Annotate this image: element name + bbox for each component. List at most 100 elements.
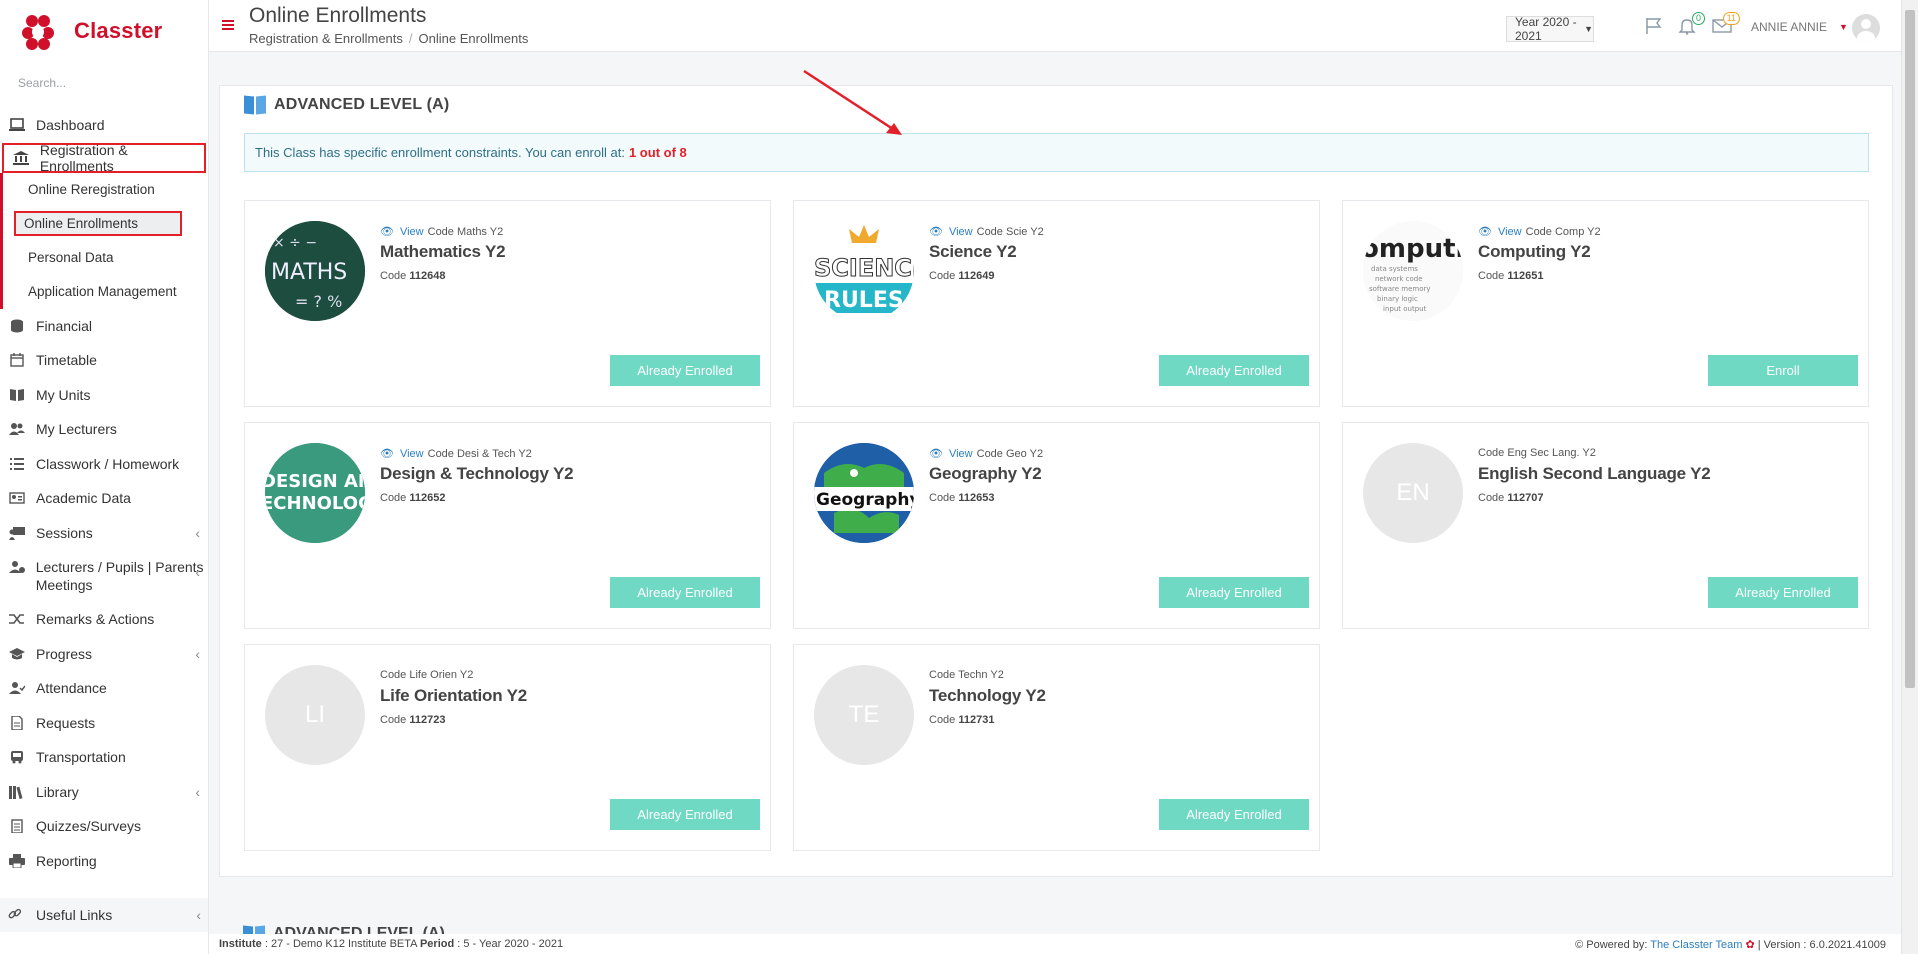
search-input[interactable]: Search...: [0, 62, 208, 108]
code-value: 112653: [958, 492, 995, 504]
course-short-code: Code Comp Y2: [1525, 225, 1601, 238]
sidebar-item-my-units[interactable]: My Units: [0, 378, 208, 413]
scrollbar-thumb[interactable]: [1905, 10, 1915, 688]
flag-icon[interactable]: [1643, 15, 1665, 37]
submenu-personal-data[interactable]: Personal Data: [3, 241, 208, 275]
course-code-line: 👁 View Code Comp Y2: [1478, 225, 1601, 239]
laptop-icon: [8, 116, 26, 134]
hamburger-menu-icon[interactable]: [222, 20, 234, 30]
sidebar-item-registration[interactable]: Registration & Enrollments: [2, 142, 206, 174]
already-enrolled-button[interactable]: Already Enrolled: [610, 799, 760, 830]
eye-icon[interactable]: 👁: [929, 225, 943, 238]
app-name: Classter: [74, 18, 163, 43]
sidebar-item-my-lecturers[interactable]: My Lecturers: [0, 412, 208, 447]
sidebar-item-classwork[interactable]: Classwork / Homework: [0, 447, 208, 482]
institute-label: Institute: [219, 938, 262, 950]
sidebar-item-financial[interactable]: Financial: [0, 309, 208, 344]
code-value: 112651: [1507, 270, 1544, 282]
chevron-left-icon: ‹: [195, 524, 200, 541]
classter-team-link[interactable]: The Classter Team: [1650, 939, 1742, 951]
bus-icon: [8, 748, 26, 766]
already-enrolled-button[interactable]: Already Enrolled: [610, 577, 760, 608]
sidebar-submenu: Online Reregistration Online Enrollments…: [0, 172, 208, 309]
submenu-online-enrollments[interactable]: Online Enrollments: [3, 207, 208, 241]
section-title-text: ADVANCED LEVEL (A): [274, 96, 450, 113]
course-card: EN Code Eng Sec Lang. Y2 English Second …: [1342, 422, 1869, 629]
logo[interactable]: Classter: [0, 0, 208, 62]
already-enrolled-button[interactable]: Already Enrolled: [1159, 577, 1309, 608]
sidebar-item-requests[interactable]: Requests: [0, 706, 208, 741]
sidebar-item-progress[interactable]: Progress ‹: [0, 637, 208, 672]
users-icon: [8, 420, 26, 438]
sidebar-item-meetings[interactable]: Lecturers / Pupils | Parents Meetings ‹: [0, 550, 208, 602]
submenu-label: Online Reregistration: [28, 182, 155, 197]
sidebar-item-library[interactable]: Library ‹: [0, 775, 208, 810]
sidebar-item-quizzes[interactable]: Quizzes/Surveys: [0, 809, 208, 844]
eye-icon[interactable]: 👁: [929, 447, 943, 460]
code-prefix: Code: [380, 714, 407, 726]
already-enrolled-button[interactable]: Already Enrolled: [1159, 355, 1309, 386]
course-card: TE Code Techn Y2 Technology Y2 Code 1127…: [793, 644, 1320, 851]
already-enrolled-button[interactable]: Already Enrolled: [1159, 799, 1309, 830]
sidebar-item-label: Classwork / Homework: [36, 455, 180, 472]
footer: Institute : 27 - Demo K12 Institute BETA…: [209, 934, 1901, 954]
institution-icon: [12, 149, 30, 167]
sidebar-item-academic-data[interactable]: Academic Data: [0, 481, 208, 516]
bell-icon[interactable]: 0: [1676, 12, 1705, 37]
sidebar-item-remarks[interactable]: Remarks & Actions: [0, 602, 208, 637]
already-enrolled-button[interactable]: Already Enrolled: [1708, 577, 1858, 608]
submenu-online-reregistration[interactable]: Online Reregistration: [3, 173, 208, 207]
avatar[interactable]: [1852, 14, 1880, 42]
view-link[interactable]: View: [400, 448, 424, 460]
sidebar-item-useful-links[interactable]: Useful Links ‹: [0, 898, 208, 932]
sidebar-item-sessions[interactable]: Sessions ‹: [0, 516, 208, 551]
chevron-left-icon: ‹: [195, 645, 200, 662]
view-link[interactable]: View: [949, 448, 973, 460]
already-enrolled-button[interactable]: Already Enrolled: [610, 355, 760, 386]
book-icon: [8, 386, 26, 404]
caret-down-icon[interactable]: ▼: [1839, 22, 1848, 32]
code-prefix: Code: [929, 492, 956, 504]
eye-icon[interactable]: 👁: [1478, 225, 1492, 238]
sidebar-item-dashboard[interactable]: Dashboard: [0, 108, 208, 143]
view-link[interactable]: View: [1498, 226, 1522, 238]
book-icon: [243, 926, 265, 934]
eye-icon[interactable]: 👁: [380, 447, 394, 460]
caret-down-icon: ▼: [1584, 24, 1593, 34]
course-code: Code 112648: [380, 270, 445, 282]
presentation-icon: [8, 524, 26, 542]
envelope-icon[interactable]: 11: [1711, 12, 1740, 37]
sidebar-item-attendance[interactable]: Attendance: [0, 671, 208, 706]
course-code: Code 112723: [380, 714, 445, 726]
breadcrumb-item: Online Enrollments: [418, 31, 529, 46]
submenu-application-management[interactable]: Application Management: [3, 275, 208, 309]
view-link[interactable]: View: [949, 226, 973, 238]
eye-icon[interactable]: 👁: [380, 225, 394, 238]
sidebar-item-label: Quizzes/Surveys: [36, 818, 142, 835]
course-short-code: Code Life Orien Y2: [380, 669, 474, 681]
user-name[interactable]: ANNIE ANNIE: [1751, 20, 1827, 34]
institute-value: : 27 - Demo K12 Institute BETA: [264, 938, 417, 950]
course-title: English Second Language Y2: [1478, 464, 1711, 483]
course-code: Code 112707: [1478, 492, 1543, 504]
svg-text:SCIENCE: SCIENCE: [814, 254, 914, 282]
enroll-button[interactable]: Enroll: [1708, 355, 1858, 386]
year-dropdown[interactable]: Year 2020 - 2021 ▼: [1506, 15, 1594, 43]
sidebar-item-label: Progress: [36, 645, 93, 662]
sidebar-item-reporting[interactable]: Reporting: [0, 844, 208, 879]
classter-logo-icon: [18, 11, 58, 51]
sidebar-item-label: Remarks & Actions: [36, 611, 155, 628]
copyright-icon: ©: [1575, 939, 1584, 951]
view-link[interactable]: View: [400, 226, 424, 238]
sidebar-item-timetable[interactable]: Timetable: [0, 343, 208, 378]
sidebar-item-transportation[interactable]: Transportation: [0, 740, 208, 775]
maths-image: × ÷ − MATHS = ? %: [265, 221, 365, 321]
code-prefix: Code: [929, 714, 956, 726]
course-title: Technology Y2: [929, 686, 1046, 705]
vertical-scrollbar[interactable]: [1901, 0, 1918, 954]
course-short-code: Code Eng Sec Lang. Y2: [1478, 447, 1596, 459]
code-prefix: Code: [380, 492, 407, 504]
code-value: 112707: [1507, 492, 1544, 504]
breadcrumb-item[interactable]: Registration & Enrollments: [249, 31, 403, 46]
sidebar-item-label: Library: [36, 783, 79, 800]
